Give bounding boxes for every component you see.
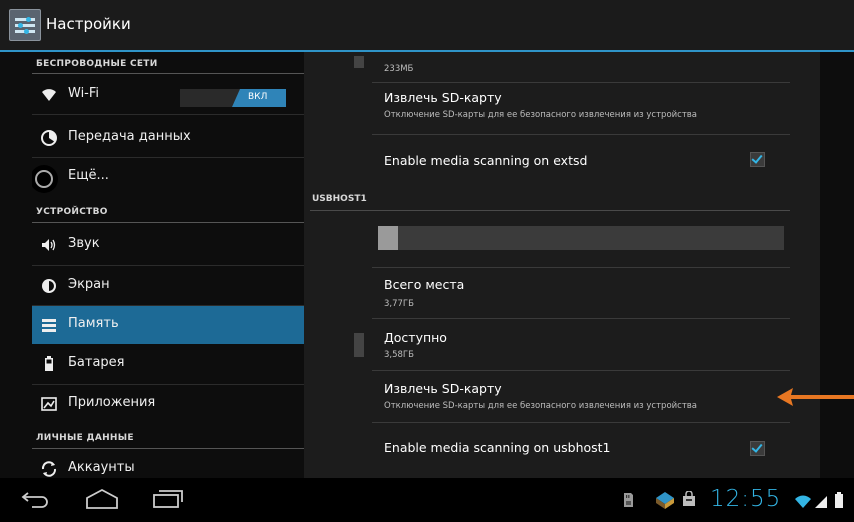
sidebar-item-battery[interactable]: Батарея (32, 345, 304, 383)
sidebar-item-label: Wi-Fi (68, 86, 100, 101)
usb-unmount-subtitle: Отключение SD-карты для ее безопасного и… (384, 401, 698, 411)
battery-icon (40, 355, 58, 373)
progress-spinner-icon (32, 165, 58, 193)
sidebar-item-label: Ещё... (68, 168, 109, 183)
data-usage-icon (40, 129, 58, 147)
usb-unmount-title: Извлечь SD-карту (384, 381, 502, 396)
sidebar-item-storage[interactable]: Память (32, 306, 304, 344)
storage-panel: 233МБ Извлечь SD-карту Отключение SD-кар… (304, 52, 820, 478)
battery-status-icon (834, 492, 844, 512)
brightness-icon (40, 277, 58, 295)
sync-icon (40, 460, 58, 478)
sidebar-item-display[interactable]: Экран (32, 267, 304, 305)
back-icon[interactable] (20, 489, 50, 513)
wifi-toggle-label: ВКЛ (248, 92, 268, 102)
color-swatch (354, 56, 364, 68)
divider (32, 222, 304, 223)
total-space-value: 3,77ГБ (384, 299, 414, 309)
sidebar-item-label: Передача данных (68, 129, 191, 144)
apps-icon (40, 395, 58, 413)
sidebar-item-more[interactable]: Ещё... (32, 158, 304, 196)
recent-apps-icon[interactable] (152, 489, 184, 513)
extsd-unmount-subtitle: Отключение SD-карты для ее безопасного и… (384, 110, 698, 120)
sidebar-item-apps[interactable]: Приложения (32, 385, 304, 423)
header-device: УСТРОЙСТВО (36, 207, 108, 217)
divider (372, 318, 790, 319)
annotation-arrow-icon (775, 385, 854, 409)
extsd-unmount-title: Извлечь SD-карту (384, 90, 502, 105)
top-size-value: 233МБ (384, 64, 414, 74)
usb-scanning-label: Enable media scanning on usbhost1 (384, 440, 611, 455)
sidebar-item-wifi[interactable]: Wi-Fi ВКЛ (32, 76, 304, 114)
extsd-scanning-checkbox[interactable] (750, 152, 765, 167)
home-icon[interactable] (84, 488, 120, 514)
header-personal: ЛИЧНЫЕ ДАННЫЕ (36, 433, 134, 443)
sidebar-item-data-usage[interactable]: Передача данных (32, 119, 304, 157)
usbhost-header: USBHOST1 (312, 194, 367, 204)
settings-app-icon[interactable] (9, 9, 41, 41)
wifi-icon (40, 86, 58, 104)
divider (372, 82, 790, 83)
settings-content: БЕСПРОВОДНЫЕ СЕТИ Wi-Fi ВКЛ Передача дан… (0, 52, 854, 478)
speaker-icon (40, 236, 58, 254)
status-clock: 12:55 (710, 486, 782, 512)
total-space-title: Всего места (384, 277, 465, 292)
sidebar-item-label: Звук (68, 236, 100, 251)
sidebar-item-sound[interactable]: Звук (32, 226, 304, 264)
sidebar-item-label: Батарея (68, 355, 125, 370)
cell-signal-icon (814, 494, 828, 513)
system-navigation-bar: 12:55 (0, 478, 854, 522)
wifi-signal-icon (794, 494, 812, 513)
available-title: Доступно (384, 330, 447, 345)
sidebar-item-accounts[interactable]: Аккаунты (32, 450, 304, 478)
header-wireless: БЕСПРОВОДНЫЕ СЕТИ (36, 59, 158, 69)
sd-card-icon[interactable] (622, 492, 634, 512)
sidebar-item-label: Аккаунты (68, 460, 135, 475)
usage-bar (378, 226, 784, 250)
available-value: 3,58ГБ (384, 350, 414, 360)
sidebar-item-label: Приложения (68, 395, 156, 410)
divider (372, 134, 790, 135)
extsd-scanning-label: Enable media scanning on extsd (384, 153, 588, 168)
divider (32, 73, 304, 74)
divider (32, 114, 304, 115)
divider (372, 370, 790, 371)
usb-scanning-checkbox[interactable] (750, 441, 765, 456)
action-bar: Настройки (0, 0, 854, 52)
page-title: Настройки (46, 15, 131, 33)
divider (372, 422, 790, 423)
divider (372, 267, 790, 268)
color-swatch (354, 333, 364, 357)
sidebar-item-label: Экран (68, 277, 110, 292)
sidebar-item-label: Память (68, 316, 119, 331)
divider (310, 210, 790, 211)
divider (32, 448, 304, 449)
wifi-toggle[interactable]: ВКЛ (180, 89, 286, 107)
divider (32, 265, 304, 266)
usage-bar-fill (378, 226, 399, 250)
app-notification-icon[interactable] (654, 490, 676, 514)
storage-icon (40, 316, 58, 334)
settings-sidebar: БЕСПРОВОДНЫЕ СЕТИ Wi-Fi ВКЛ Передача дан… (32, 52, 304, 478)
shopping-bag-icon[interactable] (682, 490, 696, 511)
